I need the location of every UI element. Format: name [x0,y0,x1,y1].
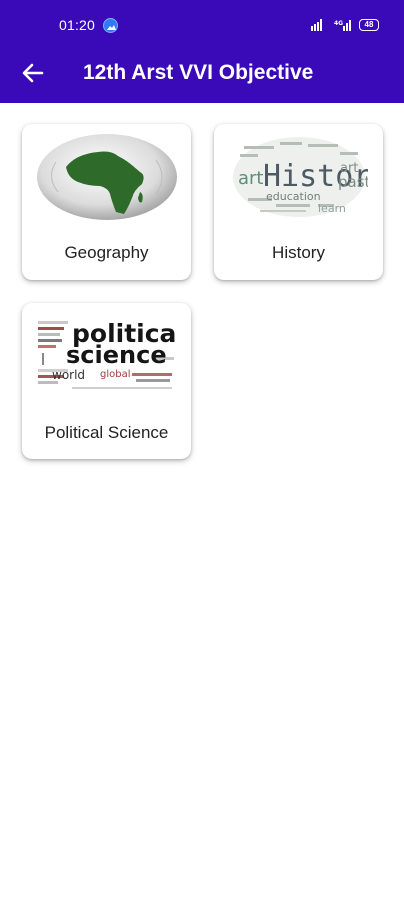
subject-label: History [272,243,325,262]
history-word-learn: learn [318,202,346,215]
subject-card-history[interactable]: art History art past education learn His… [214,124,383,280]
status-time: 01:20 [59,17,96,33]
page-title: 12th Arst VVI Objective [83,61,314,84]
history-word-education: education [266,190,321,203]
back-button[interactable] [22,63,44,83]
gallery-notification-icon [103,18,118,33]
history-word-cloud-image: art History art past education learn [233,137,368,217]
svg-text:4G: 4G [334,20,343,27]
battery-icon: 48 [359,19,379,31]
subject-label: Political Science [44,423,169,442]
africa-globe-image [37,134,177,220]
history-word-art: art [238,168,264,189]
status-bar: 01:20 4G 48 [0,0,404,48]
subject-label: Geography [64,243,149,262]
political-science-word-cloud-image: political science world global [38,319,178,389]
polsci-word-global: global [100,369,131,380]
app-bar: 01:20 4G 48 12th Arst VVI Objective [0,0,404,103]
4g-signal-icon: 4G [334,18,352,33]
hd-signal-icon [311,18,325,33]
history-word-past: past [338,173,368,191]
polsci-word-science: science [66,341,167,369]
subject-card-political-science[interactable]: political science world global Political… [22,303,191,459]
subject-card-geography[interactable]: Geography [22,124,191,280]
polsci-word-world: world [52,368,85,382]
arrow-left-icon [22,63,44,83]
